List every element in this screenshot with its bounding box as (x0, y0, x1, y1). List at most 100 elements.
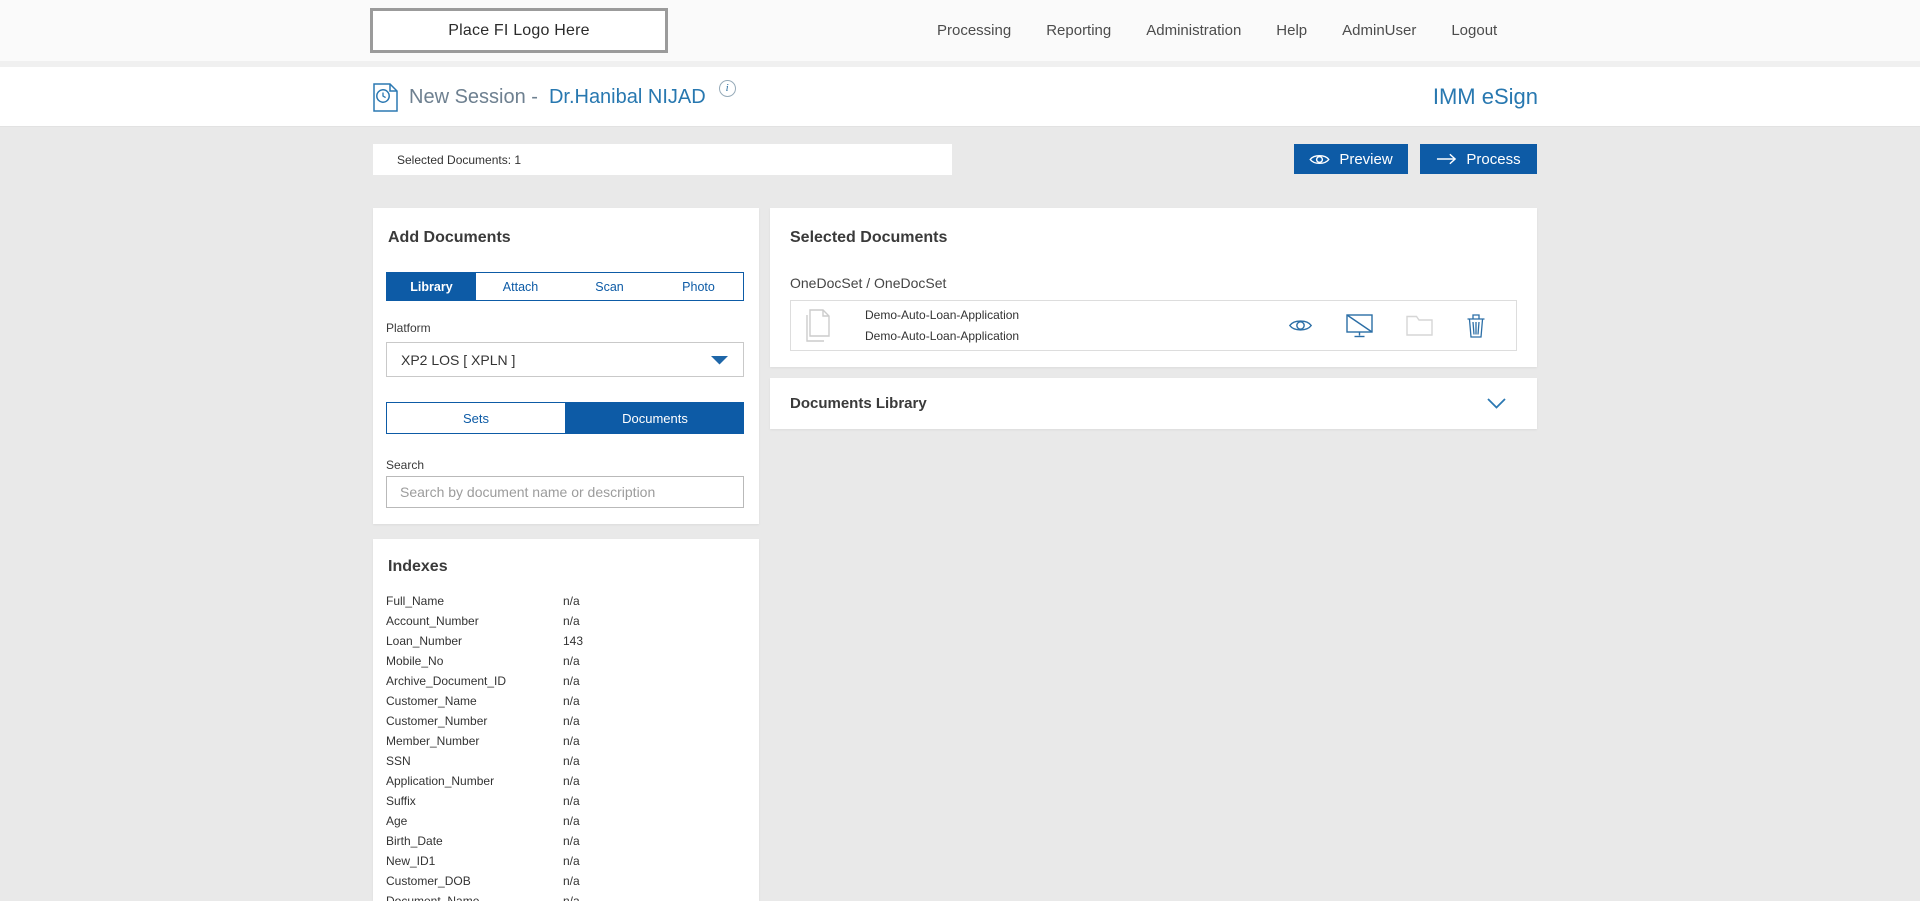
index-value: n/a (563, 834, 580, 848)
process-button-label: Process (1466, 151, 1520, 168)
platform-select-value: XP2 LOS [ XPLN ] (401, 352, 515, 368)
index-name: Birth_Date (386, 834, 443, 848)
index-row: Customer_Number n/a (386, 711, 746, 731)
documents-library-panel[interactable]: Documents Library (770, 378, 1537, 429)
selected-document-list: Demo-Auto-Loan-Application Demo-Auto-Loa… (790, 300, 1517, 351)
session-user-name: Dr.Hanibal NIJAD (549, 86, 706, 109)
app-brand: IMM eSign (1433, 67, 1538, 127)
tab-label: Attach (503, 280, 538, 294)
toggle-segment[interactable]: Documents (566, 402, 744, 434)
index-name: SSN (386, 754, 411, 768)
tab-label: Photo (682, 280, 715, 294)
index-row: Account_Number n/a (386, 611, 746, 631)
selected-document-row: Demo-Auto-Loan-Application Demo-Auto-Loa… (790, 300, 1517, 351)
index-name: Mobile_No (386, 654, 443, 668)
indexes-panel: Indexes Full_Name n/a Account_Number n/a… (373, 539, 759, 901)
document-actions (1288, 313, 1486, 338)
session-title-group: New Session - Dr.Hanibal NIJAD i (373, 67, 736, 127)
index-name: Suffix (386, 794, 416, 808)
nav-item[interactable]: Help (1276, 22, 1307, 39)
selected-documents-title: Selected Documents (790, 229, 947, 247)
index-row: Mobile_No n/a (386, 651, 746, 671)
index-row: Age n/a (386, 811, 746, 831)
index-row: Archive_Document_ID n/a (386, 671, 746, 691)
index-value: n/a (563, 734, 580, 748)
index-row: Full_Name n/a (386, 591, 746, 611)
document-name: Demo-Auto-Loan-Application (865, 308, 1019, 322)
top-navigation-bar: Place FI Logo Here Processing Reporting … (0, 0, 1920, 61)
index-value: n/a (563, 894, 580, 901)
platform-label: Platform (386, 321, 431, 335)
index-list: Full_Name n/a Account_Number n/a Loan_Nu… (386, 591, 746, 901)
add-documents-tabs: Library Attach Scan Photo (386, 272, 744, 301)
tab[interactable]: Library (387, 273, 476, 300)
index-row: Customer_Name n/a (386, 691, 746, 711)
index-row: Member_Number n/a (386, 731, 746, 751)
eye-icon (1309, 153, 1330, 166)
index-row: New_ID1 n/a (386, 851, 746, 871)
selected-count-bar: Selected Documents: 1 (373, 144, 952, 175)
toggle-segment-label: Documents (622, 411, 688, 426)
index-value: n/a (563, 814, 580, 828)
index-name: Member_Number (386, 734, 479, 748)
search-input[interactable] (386, 476, 744, 508)
monitor-slash-icon[interactable] (1346, 314, 1373, 338)
selected-documents-panel: Selected Documents OneDocSet / OneDocSet… (770, 208, 1537, 367)
session-label: New Session - (409, 86, 538, 109)
caret-down-icon (710, 355, 729, 365)
index-name: Account_Number (386, 614, 479, 628)
info-icon[interactable]: i (719, 80, 736, 97)
tab[interactable]: Scan (565, 273, 654, 300)
toggle-segment[interactable]: Sets (386, 402, 566, 434)
document-pages-icon (803, 309, 831, 342)
index-row: Birth_Date n/a (386, 831, 746, 851)
nav-item[interactable]: Logout (1451, 22, 1497, 39)
index-row: Application_Number n/a (386, 771, 746, 791)
documents-library-title: Documents Library (790, 395, 927, 412)
index-name: Customer_Number (386, 714, 487, 728)
nav-item[interactable]: Administration (1146, 22, 1241, 39)
index-value: n/a (563, 714, 580, 728)
index-value: n/a (563, 594, 580, 608)
index-name: Age (386, 814, 407, 828)
index-name: Loan_Number (386, 634, 462, 648)
fi-logo-placeholder: Place FI Logo Here (370, 8, 668, 53)
tab[interactable]: Photo (654, 273, 743, 300)
index-value: n/a (563, 674, 580, 688)
chevron-down-icon[interactable] (1487, 398, 1506, 409)
trash-icon[interactable] (1466, 313, 1486, 338)
selected-count-label: Selected Documents: 1 (397, 153, 521, 167)
eye-icon[interactable] (1288, 318, 1313, 333)
index-row: Loan_Number 143 (386, 631, 746, 651)
indexes-title: Indexes (388, 558, 448, 576)
index-value: n/a (563, 694, 580, 708)
preview-button-label: Preview (1339, 151, 1392, 168)
index-name: Customer_Name (386, 694, 477, 708)
platform-select[interactable]: XP2 LOS [ XPLN ] (386, 342, 744, 377)
nav-item[interactable]: AdminUser (1342, 22, 1416, 39)
tab-label: Library (410, 280, 452, 294)
fi-logo-text: Place FI Logo Here (448, 22, 589, 40)
process-button[interactable]: Process (1420, 144, 1537, 174)
toggle-segment-label: Sets (463, 411, 489, 426)
index-value: n/a (563, 854, 580, 868)
preview-button[interactable]: Preview (1294, 144, 1408, 174)
tab[interactable]: Attach (476, 273, 565, 300)
index-value: n/a (563, 794, 580, 808)
page-header: New Session - Dr.Hanibal NIJAD i IMM eSi… (0, 67, 1920, 127)
docset-path: OneDocSet / OneDocSet (790, 275, 946, 291)
index-name: New_ID1 (386, 854, 435, 868)
index-name: Document_Name (386, 894, 479, 901)
index-row: Document_Name n/a (386, 891, 746, 901)
new-session-icon (373, 83, 398, 112)
index-value: n/a (563, 774, 580, 788)
document-description: Demo-Auto-Loan-Application (865, 329, 1019, 343)
nav-item[interactable]: Reporting (1046, 22, 1111, 39)
search-label: Search (386, 458, 424, 472)
index-name: Application_Number (386, 774, 494, 788)
add-documents-title: Add Documents (388, 229, 511, 247)
nav-item[interactable]: Processing (937, 22, 1011, 39)
index-value: n/a (563, 654, 580, 668)
index-name: Full_Name (386, 594, 444, 608)
tab-label: Scan (595, 280, 624, 294)
